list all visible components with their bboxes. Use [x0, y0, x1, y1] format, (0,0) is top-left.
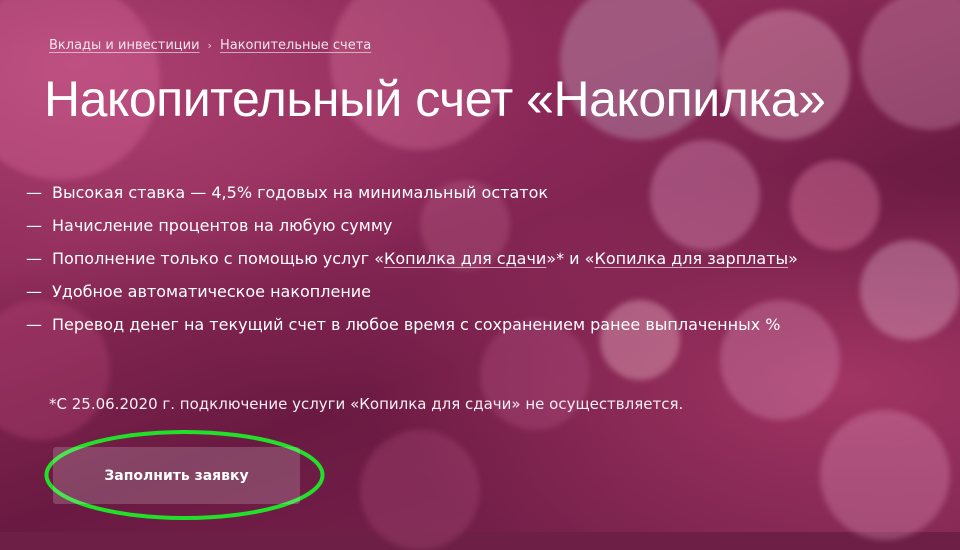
- cta-area: Заполнить заявку: [43, 427, 326, 523]
- feature-text-part: »: [788, 249, 798, 268]
- feature-text: Высокая ставка — 4,5% годовых на минимал…: [52, 183, 549, 202]
- footnote: *С 25.06.2020 г. подключение услуги «Коп…: [49, 395, 684, 413]
- dash-bullet: —: [26, 315, 42, 334]
- breadcrumb-link-deposits[interactable]: Вклады и инвестиции: [49, 38, 200, 53]
- dash-bullet: —: [26, 183, 42, 202]
- dash-bullet: —: [26, 216, 42, 235]
- feature-text-part: »* и «: [546, 249, 595, 268]
- chevron-right-icon: ›: [207, 39, 212, 52]
- feature-text: Перевод денег на текущий счет в любое вр…: [52, 315, 781, 334]
- breadcrumb: Вклады и инвестиции › Накопительные счет…: [49, 38, 371, 53]
- apply-button[interactable]: Заполнить заявку: [53, 447, 300, 504]
- dash-bullet: —: [26, 249, 42, 268]
- page-title: Накопительный счет «Накопилка»: [44, 71, 826, 127]
- hero-content: Вклады и инвестиции › Накопительные счет…: [0, 0, 960, 532]
- list-item: — Пополнение только с помощью услуг «Коп…: [26, 242, 798, 275]
- list-item: — Высокая ставка — 4,5% годовых на миним…: [26, 176, 798, 209]
- dash-bullet: —: [26, 282, 42, 301]
- list-item: — Перевод денег на текущий счет в любое …: [26, 308, 798, 341]
- feature-text: Пополнение только с помощью услуг «Копил…: [52, 242, 798, 275]
- list-item: — Удобное автоматическое накопление: [26, 275, 798, 308]
- feature-list: — Высокая ставка — 4,5% годовых на миним…: [26, 176, 798, 341]
- list-item: — Начисление процентов на любую сумму: [26, 209, 798, 242]
- feature-text: Начисление процентов на любую сумму: [52, 216, 393, 235]
- breadcrumb-link-savings-accounts[interactable]: Накопительные счета: [220, 38, 371, 53]
- feature-text-part: Пополнение только с помощью услуг «: [52, 249, 384, 268]
- link-kopilka-change[interactable]: Копилка для сдачи: [384, 249, 546, 268]
- feature-text: Удобное автоматическое накопление: [52, 282, 372, 301]
- link-kopilka-salary[interactable]: Копилка для зарплаты: [594, 249, 788, 268]
